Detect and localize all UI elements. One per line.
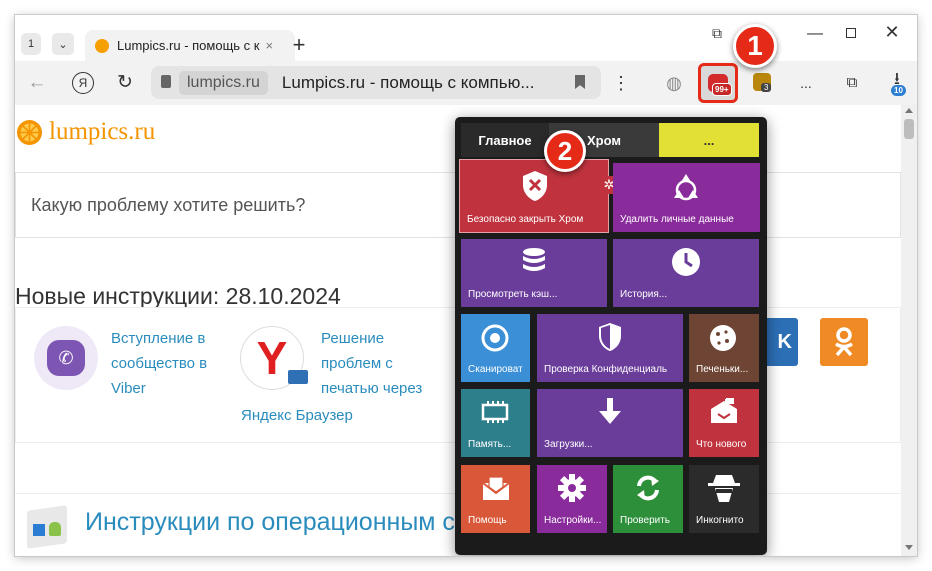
tab-counter-button[interactable]: 1 — [21, 33, 41, 55]
gauge-icon — [481, 324, 509, 352]
new-tab-button[interactable]: + — [287, 32, 311, 57]
toolbar: ← Я ↻ lumpics.ru Lumpics.ru - помощь с к… — [15, 61, 917, 105]
memory-chip-icon — [481, 401, 509, 423]
section-heading: Новые инструкции: 28.10.2024 — [15, 283, 341, 309]
lock-icon — [161, 75, 171, 88]
site-logo[interactable]: lumpics.ru — [16, 118, 155, 146]
tab-close-icon[interactable]: × — [265, 38, 273, 53]
extension2-badge: 3 — [761, 83, 772, 92]
back-arrow-icon[interactable]: ← — [26, 72, 48, 94]
printer-icon — [288, 370, 308, 384]
tile-history[interactable]: История... — [613, 239, 759, 307]
database-icon — [523, 248, 545, 271]
close-window-button[interactable]: ✕ — [881, 21, 903, 43]
tile-delete-data[interactable]: Удалить личные данные — [613, 163, 760, 232]
extension-badge: 99+ — [712, 83, 732, 96]
card-viber-link[interactable]: Вступление в сообщество в Viber — [111, 326, 207, 401]
shield-icon — [599, 323, 621, 351]
callout-marker-2: 2 — [544, 130, 586, 172]
scroll-down-arrow[interactable] — [905, 545, 913, 550]
shield-x-icon — [523, 171, 547, 201]
maximize-button[interactable] — [841, 23, 861, 43]
extension-popup: Главное Хром ... Безопасно закрыть Хром … — [455, 117, 767, 555]
tile-check[interactable]: Проверить — [613, 465, 683, 533]
menu-dots-icon[interactable]: ⋮ — [612, 72, 630, 94]
scrollbar[interactable] — [901, 105, 917, 556]
odnoklassniki-icon[interactable] — [820, 318, 868, 366]
tab-more[interactable]: ... — [659, 123, 759, 157]
tab-strip: 1 ⌄ Lumpics.ru - помощь с к × + ⧉ — ✕ — [15, 15, 917, 61]
address-host: lumpics.ru — [179, 70, 268, 95]
reload-icon[interactable]: ↻ — [114, 71, 136, 93]
tile-incognito[interactable]: Инкогнито — [689, 465, 759, 533]
cookie-icon — [710, 325, 736, 351]
tile-memory[interactable]: Память... — [461, 389, 530, 457]
collections-icon[interactable]: ⧉ — [707, 23, 727, 43]
viber-icon: ✆ — [34, 326, 98, 390]
os-windows-mark — [33, 524, 45, 536]
os-heading-link[interactable]: Инструкции по операционным с — [85, 508, 455, 537]
address-bar[interactable]: lumpics.ru Lumpics.ru - помощь с компью.… — [151, 66, 601, 99]
os-android-mark — [49, 522, 61, 536]
scroll-up-arrow[interactable] — [905, 108, 913, 113]
tile-view-cache[interactable]: Просмотреть кэш... — [461, 239, 607, 307]
orange-logo-icon — [17, 119, 42, 145]
tab-title: Lumpics.ru - помощь с к — [117, 38, 260, 53]
tab-main[interactable]: Главное — [461, 123, 549, 157]
sidebar-panel-icon[interactable]: ⧉ — [841, 71, 863, 93]
refresh-arrows-icon — [637, 475, 659, 501]
gear-icon — [558, 474, 586, 502]
download-arrow-icon — [599, 398, 621, 424]
address-page-title: Lumpics.ru - помощь с компью... — [281, 72, 535, 92]
callout-marker-1: 1 — [733, 24, 777, 68]
tile-downloads[interactable]: Загрузки... — [537, 389, 683, 457]
minimize-button[interactable]: — — [805, 24, 825, 44]
orange-favicon-icon — [95, 38, 109, 53]
card-yandex-link[interactable]: Решение проблем с печатью через — [321, 326, 422, 401]
tile-privacy-check[interactable]: Проверка Конфиденциаль — [537, 314, 683, 382]
browser-window: 1 ⌄ Lumpics.ru - помощь с к × + ⧉ — ✕ ← … — [15, 15, 917, 556]
envelope-icon — [482, 476, 510, 500]
yandex-button[interactable]: Я — [72, 72, 94, 94]
tile-safe-close[interactable]: Безопасно закрыть Хром — [459, 159, 609, 233]
active-tab[interactable]: Lumpics.ru - помощь с к × — [85, 30, 295, 61]
tab-list-chevron-icon[interactable]: ⌄ — [52, 33, 74, 55]
tile-scan[interactable]: Сканироват — [461, 314, 530, 382]
tile-help[interactable]: Помощь — [461, 465, 530, 533]
card-yandex-link-tail[interactable]: Яндекс Браузер — [241, 403, 353, 428]
extension-button-highlighted[interactable]: 99+ — [698, 63, 738, 103]
logo-text: lumpics.ru — [49, 118, 156, 145]
tile-whats-new[interactable]: Что нового — [689, 389, 759, 457]
incognito-spy-icon — [708, 475, 740, 502]
mailbox-icon — [711, 398, 737, 423]
extensions-more[interactable]: ... — [795, 72, 817, 94]
recycle-icon — [674, 174, 698, 201]
tile-cookies[interactable]: Печеньки... — [689, 314, 759, 382]
globe-icon[interactable]: ◍ — [663, 72, 685, 94]
downloads-badge: 10 — [891, 85, 906, 96]
bookmark-icon[interactable] — [575, 75, 585, 89]
scroll-thumb[interactable] — [904, 119, 914, 139]
clock-icon — [672, 248, 700, 276]
tile-settings[interactable]: Настройки... — [537, 465, 607, 533]
